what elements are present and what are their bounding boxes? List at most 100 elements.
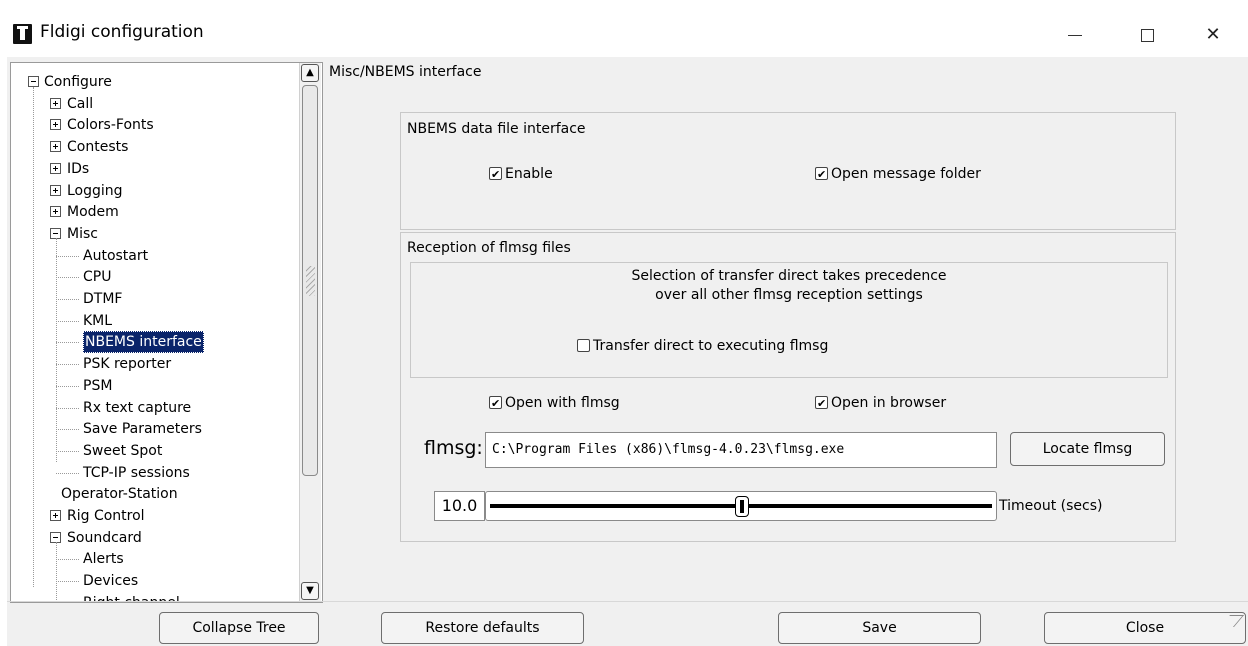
- tree-item-label: Contests: [67, 139, 129, 156]
- tree-item-label: Configure: [44, 74, 112, 90]
- tree-connector: [56, 450, 79, 452]
- tree-item-label: DTMF: [83, 291, 123, 307]
- close-button[interactable]: Close: [1044, 612, 1246, 644]
- slider-knob[interactable]: [735, 496, 749, 517]
- tree-item-label: Sweet Spot: [83, 442, 163, 459]
- group-label: NBEMS data file interface: [407, 121, 586, 137]
- flmsg-path-label: flmsg:: [424, 437, 483, 459]
- client-area: Configure Call Colors-Fonts Contests IDs Logg…: [7, 57, 1248, 646]
- timeout-label: Timeout (secs): [999, 498, 1103, 514]
- scroll-up-button[interactable]: ▲: [301, 64, 319, 82]
- tree-connector: [56, 320, 79, 322]
- chevron-down-icon: ▼: [306, 585, 314, 596]
- tree-item[interactable]: Devices: [11, 570, 296, 592]
- tree-item[interactable]: Misc: [11, 223, 296, 245]
- minimize-button[interactable]: [1052, 15, 1098, 55]
- tree-item[interactable]: Save Parameters: [11, 418, 296, 440]
- tree-item-label: NBEMS interface: [83, 331, 204, 354]
- tree-item-label: KML: [83, 312, 113, 329]
- tree-item[interactable]: DTMF: [11, 288, 296, 310]
- tree-item[interactable]: Rx text capture: [11, 397, 296, 419]
- divider: [7, 601, 1248, 602]
- collapse-icon[interactable]: [28, 76, 39, 87]
- tree-item-label: Operator-Station: [61, 486, 178, 503]
- expand-icon[interactable]: [50, 97, 61, 109]
- tree-item[interactable]: PSM: [11, 375, 296, 397]
- tree-item[interactable]: KML: [11, 310, 296, 332]
- expand-icon[interactable]: [50, 141, 61, 153]
- tree-item[interactable]: IDs: [11, 158, 296, 180]
- save-button[interactable]: Save: [778, 612, 981, 644]
- tree-item[interactable]: Contests: [11, 136, 296, 158]
- tree-connector: [33, 87, 34, 587]
- tree-connector: [56, 364, 79, 366]
- timeout-slider[interactable]: [485, 491, 997, 521]
- checkbox-label: Open message folder: [831, 166, 981, 182]
- tree-item-label: PSM: [83, 377, 113, 394]
- tree-item[interactable]: NBEMS interface: [11, 331, 296, 354]
- nbems-data-file-group: NBEMS data file interface Enable Open me…: [400, 112, 1176, 230]
- expand-icon[interactable]: [50, 162, 61, 174]
- tree-connector: [56, 559, 79, 561]
- maximize-button[interactable]: [1124, 15, 1170, 55]
- tree-connector: [56, 429, 79, 431]
- tree-item-label: Call: [67, 95, 94, 112]
- tree-item[interactable]: Autostart: [11, 245, 296, 267]
- window-title: Fldigi configuration: [40, 22, 204, 42]
- tree-item-label: Autostart: [83, 247, 149, 264]
- close-icon: ✕: [1205, 24, 1221, 45]
- flmsg-path-field[interactable]: C:\Program Files (x86)\flmsg-4.0.23\flms…: [485, 432, 997, 468]
- checkbox-label: Enable: [505, 166, 553, 182]
- checkbox-box: [815, 165, 828, 185]
- tree-item[interactable]: PSK reporter: [11, 353, 296, 375]
- close-window-button[interactable]: ✕: [1190, 15, 1236, 55]
- tree-connector: [56, 299, 79, 300]
- tree-connector: [56, 238, 57, 462]
- tree-connector: [56, 581, 79, 583]
- tree-item-label: IDs: [67, 160, 90, 177]
- tree-item-label: Rx text capture: [83, 399, 192, 416]
- tree-item[interactable]: Rig Control: [11, 505, 296, 527]
- tree-connector: [56, 542, 57, 602]
- expand-icon[interactable]: [50, 119, 61, 131]
- tree-item[interactable]: Logging: [11, 180, 296, 202]
- scroll-thumb[interactable]: [302, 85, 318, 476]
- scroll-down-button[interactable]: ▼: [301, 582, 319, 600]
- expand-icon[interactable]: [50, 510, 61, 521]
- tree-item[interactable]: Call: [11, 93, 296, 115]
- restore-defaults-button[interactable]: Restore defaults: [381, 612, 584, 644]
- tree-connector: [56, 255, 79, 257]
- grip-icon: [306, 266, 315, 296]
- collapse-tree-button[interactable]: Collapse Tree: [159, 612, 319, 644]
- panel-title: Misc/NBEMS interface: [329, 64, 482, 80]
- reception-flmsg-group: Reception of flmsg files Selection of tr…: [400, 232, 1176, 542]
- tree-item[interactable]: TCP-IP sessions: [11, 462, 296, 484]
- tree-item[interactable]: CPU: [11, 266, 296, 288]
- tree-item[interactable]: Colors-Fonts: [11, 114, 296, 136]
- tree-scrollbar[interactable]: ▲ ▼: [299, 63, 321, 602]
- fldigi-app-icon: [13, 24, 32, 44]
- group-label: Reception of flmsg files: [407, 240, 571, 256]
- maximize-icon: [1140, 28, 1154, 42]
- tree-item-label: CPU: [83, 269, 112, 286]
- tree-item[interactable]: Soundcard: [11, 527, 296, 549]
- tree-item-label: Colors-Fonts: [67, 117, 154, 134]
- timeout-value[interactable]: 10.0: [434, 491, 485, 521]
- title-bar: Fldigi configuration ✕: [0, 0, 1248, 60]
- tree-item-label: Misc: [67, 225, 98, 242]
- tree-item-label: Save Parameters: [83, 421, 202, 438]
- tree-connector: [56, 342, 79, 344]
- tree-item[interactable]: Alerts: [11, 548, 296, 570]
- locate-flmsg-button[interactable]: Locate flmsg: [1010, 432, 1165, 466]
- expand-icon[interactable]: [50, 184, 61, 196]
- checkbox-box: [577, 339, 590, 352]
- tree-item[interactable]: Operator-Station: [11, 483, 296, 505]
- tree-connector: [56, 385, 79, 387]
- tree-item[interactable]: Modem: [11, 201, 296, 223]
- expand-icon[interactable]: [50, 206, 61, 218]
- tree-item[interactable]: Configure: [11, 71, 296, 93]
- config-tree[interactable]: Configure Call Colors-Fonts Contests IDs Logg…: [10, 62, 323, 603]
- tree-item-label: Logging: [67, 182, 123, 199]
- checkbox-label: Open in browser: [831, 395, 947, 411]
- tree-item[interactable]: Sweet Spot: [11, 440, 296, 462]
